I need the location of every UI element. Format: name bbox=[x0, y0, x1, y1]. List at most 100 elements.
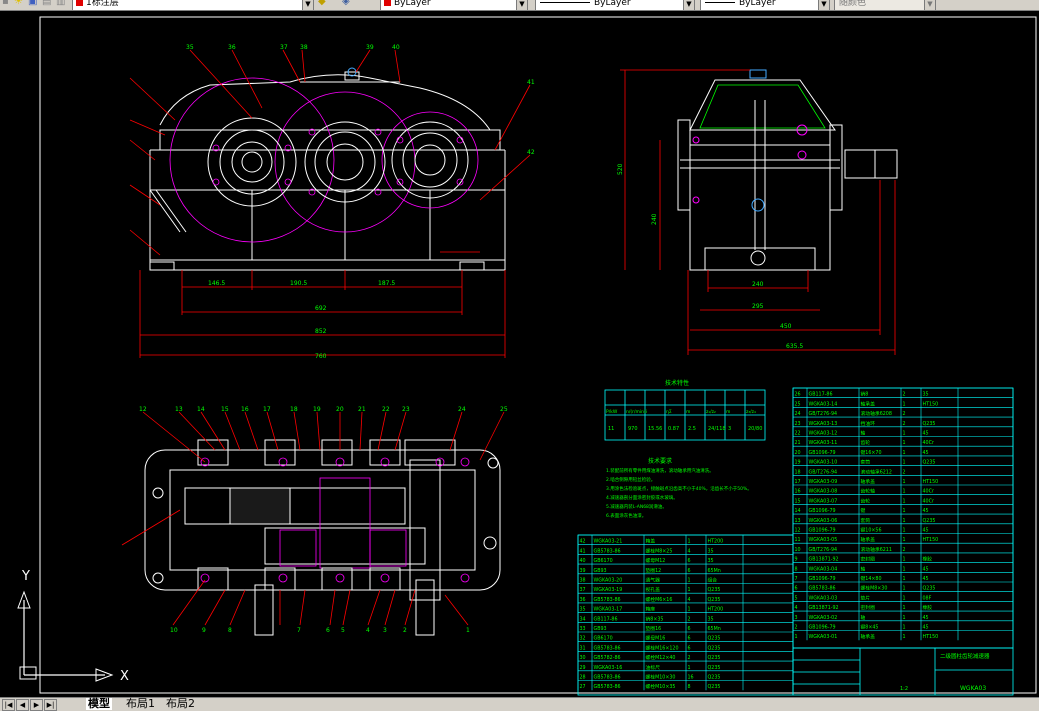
last-tab-button[interactable]: ▶| bbox=[44, 699, 57, 711]
layer-properties-icon[interactable]: ▤ bbox=[42, 0, 54, 7]
ucs-y-label: Y bbox=[21, 569, 30, 584]
layer-previous-icon[interactable]: ◈ bbox=[342, 0, 354, 7]
parts-list-cell: 销8 bbox=[861, 391, 869, 398]
parts-list-cell: 1 bbox=[903, 576, 906, 582]
parts-list-cell: 39 bbox=[580, 568, 586, 574]
chevron-down-icon[interactable]: ▼ bbox=[924, 0, 935, 10]
parts-list-cell: GB5783-86 bbox=[809, 586, 836, 592]
parts-list-cell: 37 bbox=[580, 587, 586, 593]
parts-list-cell: 10 bbox=[795, 547, 801, 553]
title-block: 二级圆柱齿轮减速器 WGKA03 1:2 bbox=[792, 647, 1014, 696]
parts-list-cell: 键8×45 bbox=[861, 624, 879, 631]
parts-list-cell: 轴承盖 bbox=[861, 633, 876, 640]
side-view[interactable]: 240 295 450 635.5 240 520 bbox=[617, 69, 898, 355]
parts-list-cell: 螺栓M16×120 bbox=[646, 644, 679, 651]
title-block-scale: 1:2 bbox=[900, 686, 908, 692]
parts-list-cell: 6 bbox=[688, 626, 691, 632]
parts-list-cell: WGKA03-02 bbox=[809, 615, 838, 621]
first-tab-button[interactable]: |◀ bbox=[2, 699, 15, 711]
parts-list-cell: 08F bbox=[923, 595, 932, 601]
parts-list-cell: 4 bbox=[688, 548, 691, 554]
parts-list-cell: 13 bbox=[795, 518, 801, 524]
dimension-text: 520 bbox=[617, 163, 624, 175]
drawing-canvas[interactable]: 35 36 37 38 39 40 41 42 146.5 190.5 187.… bbox=[0, 11, 1039, 697]
parts-list-cell: 橡胶 bbox=[923, 604, 933, 611]
parts-list-cell: 1 bbox=[903, 634, 906, 640]
parts-list-cell: GB5783-86 bbox=[594, 684, 621, 690]
balloon-label: 9 bbox=[202, 627, 206, 634]
layer-state-icon[interactable]: ▪ bbox=[2, 0, 14, 7]
tech-table-header: n/(r/min) bbox=[626, 409, 646, 415]
make-current-layer-icon[interactable]: ◆ bbox=[318, 0, 330, 7]
parts-list-cell: 1 bbox=[903, 431, 906, 437]
parts-list-cell: 2 bbox=[903, 547, 906, 553]
parts-list-cell: 31 bbox=[580, 645, 586, 651]
color-control-dropdown[interactable]: ByLayer ▼ bbox=[380, 0, 528, 10]
sun-icon[interactable]: ☀ bbox=[14, 0, 26, 7]
parts-list-cell: 45 bbox=[923, 450, 929, 456]
parts-list-cell: GB93 bbox=[594, 568, 607, 574]
balloon-label: 39 bbox=[366, 44, 374, 51]
parts-list-cell: 螺栓M10×35 bbox=[646, 683, 676, 690]
balloon-label: 40 bbox=[392, 44, 400, 51]
dimension-text: 146.5 bbox=[208, 280, 225, 287]
dimension-text: 852 bbox=[315, 328, 327, 335]
properties-toolbar: ▪ ☀ ▣ ▤ ▥ 1标注层 ▼ ◆ ◈ ByLayer ▼ ByLayer ▼… bbox=[0, 0, 1039, 11]
parts-list-cell: 2 bbox=[795, 625, 798, 631]
plotstyle-control-dropdown[interactable]: 随颜色 ▼ bbox=[834, 0, 936, 10]
parts-list-cell: WGKA03-21 bbox=[594, 539, 623, 545]
parts-list-cell: 1 bbox=[903, 489, 906, 495]
parts-list-cell: 6 bbox=[795, 586, 798, 592]
parts-list-cell: 6 bbox=[688, 636, 691, 642]
tab-layout2[interactable]: 布局2 bbox=[164, 698, 197, 710]
prev-tab-button[interactable]: ◀ bbox=[16, 699, 29, 711]
parts-list-cell: 26 bbox=[795, 392, 801, 398]
parts-list-cell: Q235 bbox=[708, 665, 721, 671]
layer-lock-icon[interactable]: ▣ bbox=[28, 0, 40, 7]
lineweight-control-dropdown[interactable]: ByLayer ▼ bbox=[700, 0, 830, 10]
chevron-down-icon[interactable]: ▼ bbox=[683, 0, 694, 10]
parts-list-cell: 8 bbox=[795, 566, 798, 572]
chevron-down-icon[interactable]: ▼ bbox=[516, 0, 527, 10]
tab-model[interactable]: 模型 bbox=[86, 698, 112, 710]
parts-list-cell: 30 bbox=[580, 655, 586, 661]
parts-list-cell: 视孔盖 bbox=[646, 586, 661, 593]
parts-list-cell: 轴承盖 bbox=[861, 478, 876, 485]
tech-table-header: m bbox=[686, 410, 690, 415]
parts-list-cell: 24 bbox=[795, 411, 801, 417]
parts-list-cell: Q235 bbox=[708, 597, 721, 603]
balloon-label: 41 bbox=[527, 79, 535, 86]
tech-table-title: 技术特性 bbox=[665, 379, 689, 387]
tech-table-cell: 20/80 bbox=[748, 426, 762, 432]
parts-list-cell: HT150 bbox=[923, 634, 939, 640]
front-view[interactable]: 35 36 37 38 39 40 41 42 146.5 190.5 187.… bbox=[129, 44, 535, 360]
parts-list-cell: 垫片 bbox=[861, 594, 871, 601]
parts-list-cell: 螺栓M8×30 bbox=[861, 585, 888, 592]
tech-table-header: z₁/z₂ bbox=[706, 409, 716, 415]
layer-dropdown[interactable]: 1标注层 ▼ bbox=[72, 0, 314, 10]
parts-list-cell: HT200 bbox=[708, 539, 724, 545]
plan-view[interactable]: 12 13 14 15 16 17 18 19 20 21 22 23 24 2… bbox=[121, 406, 508, 636]
parts-list-cell: 1 bbox=[903, 518, 906, 524]
linetype-control-dropdown[interactable]: ByLayer ▼ bbox=[535, 0, 695, 10]
parts-list-cell: 35 bbox=[580, 607, 586, 613]
parts-list-cell: GB/T276-94 bbox=[809, 547, 838, 553]
balloon-label: 6 bbox=[326, 627, 330, 634]
parts-list-cell: 45 bbox=[923, 431, 929, 437]
parts-list-cell: 20 bbox=[795, 450, 801, 456]
layer-walk-icon[interactable]: ▥ bbox=[56, 0, 68, 7]
next-tab-button[interactable]: ▶ bbox=[30, 699, 43, 711]
parts-list-cell: GB13871-92 bbox=[809, 605, 839, 611]
chevron-down-icon[interactable]: ▼ bbox=[302, 0, 313, 10]
parts-list-cell: WGKA03-09 bbox=[809, 479, 838, 485]
dimension-text: 240 bbox=[651, 213, 658, 225]
parts-list-cell: 轴承盖 bbox=[861, 400, 876, 407]
parts-list-cell: 键14×80 bbox=[861, 575, 882, 582]
chevron-down-icon[interactable]: ▼ bbox=[818, 0, 829, 10]
tab-layout1[interactable]: 布局1 bbox=[124, 698, 157, 710]
parts-list-cell: 2 bbox=[903, 411, 906, 417]
parts-list-cell: Q235 bbox=[708, 675, 721, 681]
parts-list-cell: 65Mn bbox=[708, 568, 721, 574]
parts-list-cell: 齿轮 bbox=[861, 439, 871, 446]
parts-list-cell: HT150 bbox=[923, 479, 939, 485]
